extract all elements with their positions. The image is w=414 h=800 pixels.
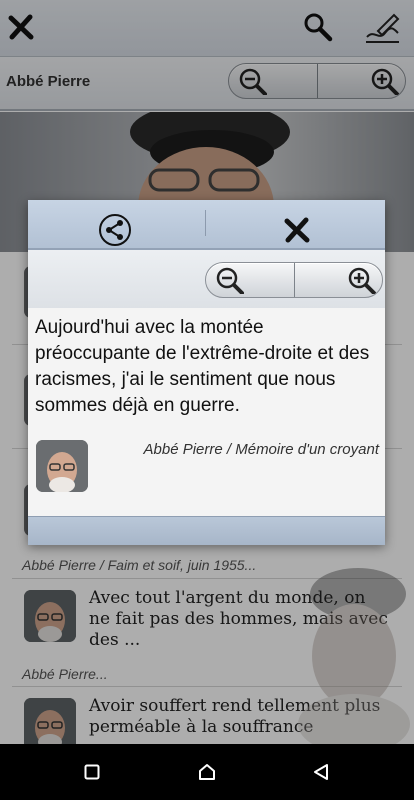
dialog-header [28,200,385,250]
dialog-zoom-bar [28,250,385,308]
quote-dialog: Aujourd'hui avec la montée préoccupante … [28,200,385,545]
author-face-image [36,440,88,492]
zoom-control [205,262,383,298]
zoom-in-button[interactable] [294,263,382,297]
dialog-footer [28,516,385,545]
quote-text: Aujourd'hui avec la montée préoccupante … [35,317,370,416]
back-triangle-icon[interactable] [312,763,330,781]
zoom-out-button[interactable] [206,263,294,297]
header-divider [205,210,206,236]
close-icon[interactable] [282,216,312,244]
zoom-in-icon [348,267,376,294]
quote-author-source: Abbé Pierre / Mémoire d'un croyant [143,441,379,458]
recents-square-icon[interactable] [84,764,100,780]
system-navigation-bar [0,744,414,800]
home-icon[interactable] [198,763,216,781]
author-photo [36,440,88,492]
zoom-out-icon [216,267,244,294]
share-icon[interactable] [98,213,132,247]
